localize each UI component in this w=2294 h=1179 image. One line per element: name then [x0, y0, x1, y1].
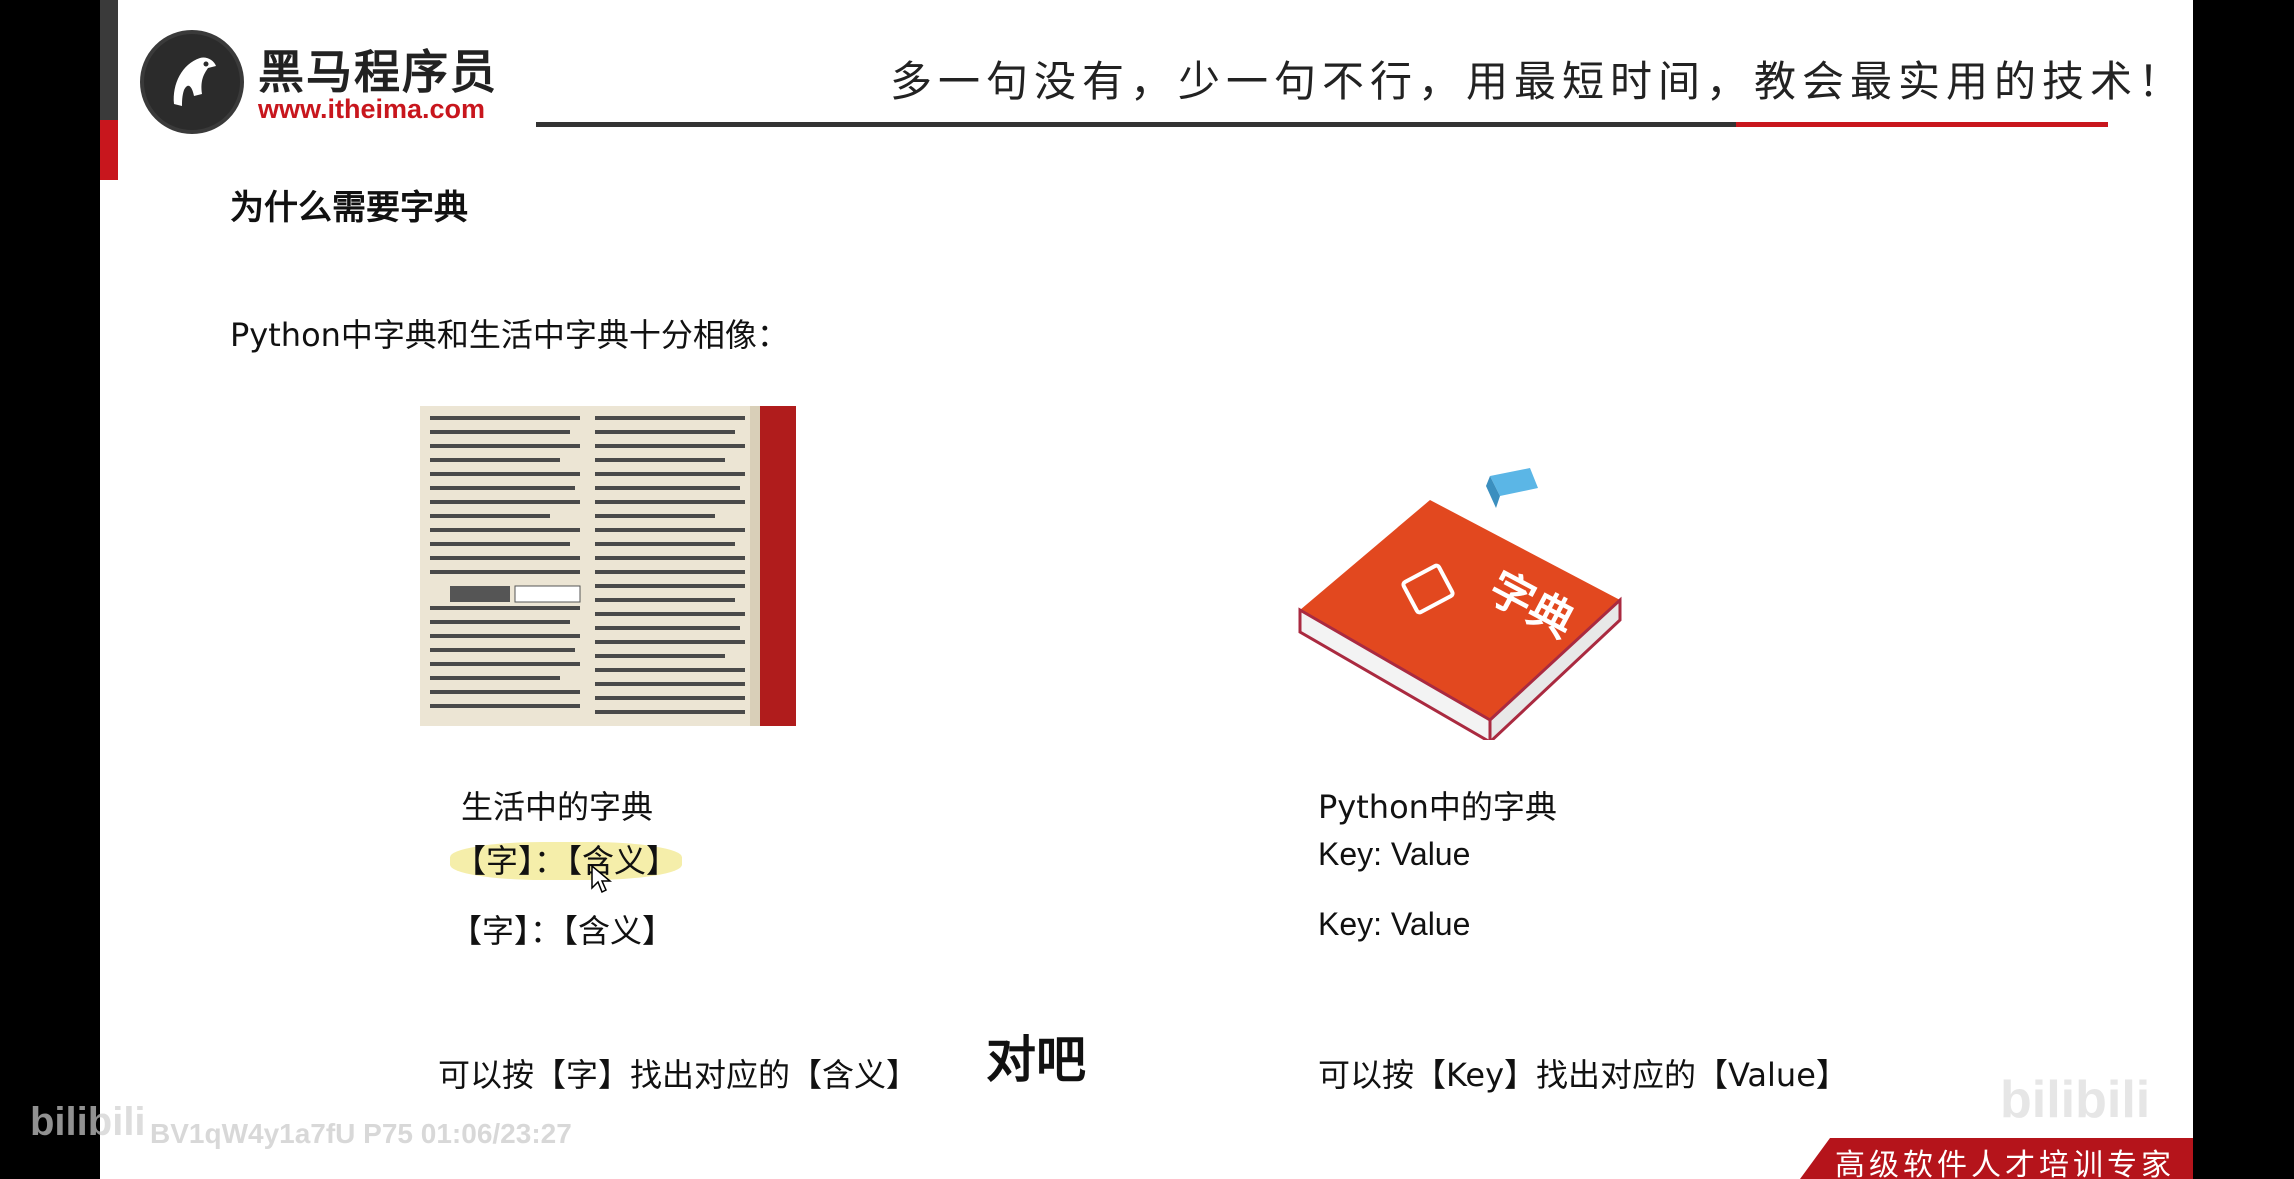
left-summary: 可以按【字】找出对应的【含义】 [438, 1056, 919, 1094]
bilibili-watermark-right: bilibili [2000, 1071, 2151, 1129]
slide-heading: 为什么需要字典 [230, 188, 468, 228]
highlighted-pair: 【字】：【含义】 [450, 842, 683, 880]
right-summary: 可以按【Key】找出对应的【Value】 [1318, 1056, 1848, 1094]
bilibili-watermark-left: bilibili [30, 1100, 146, 1144]
left-row-1: 【字】：【含义】 [450, 836, 683, 882]
left-accent-bar-red [100, 120, 118, 180]
logo: 黑马程序员 www.itheima.com [140, 28, 520, 138]
dictionary-page-photo [420, 406, 796, 726]
slide: 黑马程序员 www.itheima.com 多一句没有，少一句不行，用最短时间，… [100, 0, 2193, 1179]
left-row-2: 【字】：【含义】 [450, 912, 675, 950]
footer-tagline: 高级软件人才培训专家 [1835, 1148, 2175, 1179]
slide-intro: Python中字典和生活中字典十分相像： [230, 316, 789, 354]
left-accent-bar-gray [100, 0, 118, 120]
slogan: 多一句没有，少一句不行，用最短时间，教会最实用的技术！ [890, 57, 2187, 106]
header-rule-accent [1736, 122, 2108, 127]
video-subtitle: 对吧 [986, 1031, 1086, 1089]
dictionary-book-illustration: 字典 [1290, 460, 1650, 746]
horse-logo-icon [140, 30, 244, 134]
mouse-cursor-icon [591, 864, 612, 894]
right-column-title: Python中的字典 [1318, 788, 1557, 826]
brand-url: www.itheima.com [258, 94, 486, 124]
video-id-overlay: BV1qW4y1a7fU P75 01:06/23:27 [150, 1118, 572, 1149]
right-row-1: Key: Value [1318, 836, 1471, 872]
brand-name: 黑马程序员 [258, 45, 498, 99]
left-column-title: 生活中的字典 [461, 788, 654, 826]
header-rule [536, 122, 1736, 127]
right-row-2: Key: Value [1318, 906, 1471, 942]
